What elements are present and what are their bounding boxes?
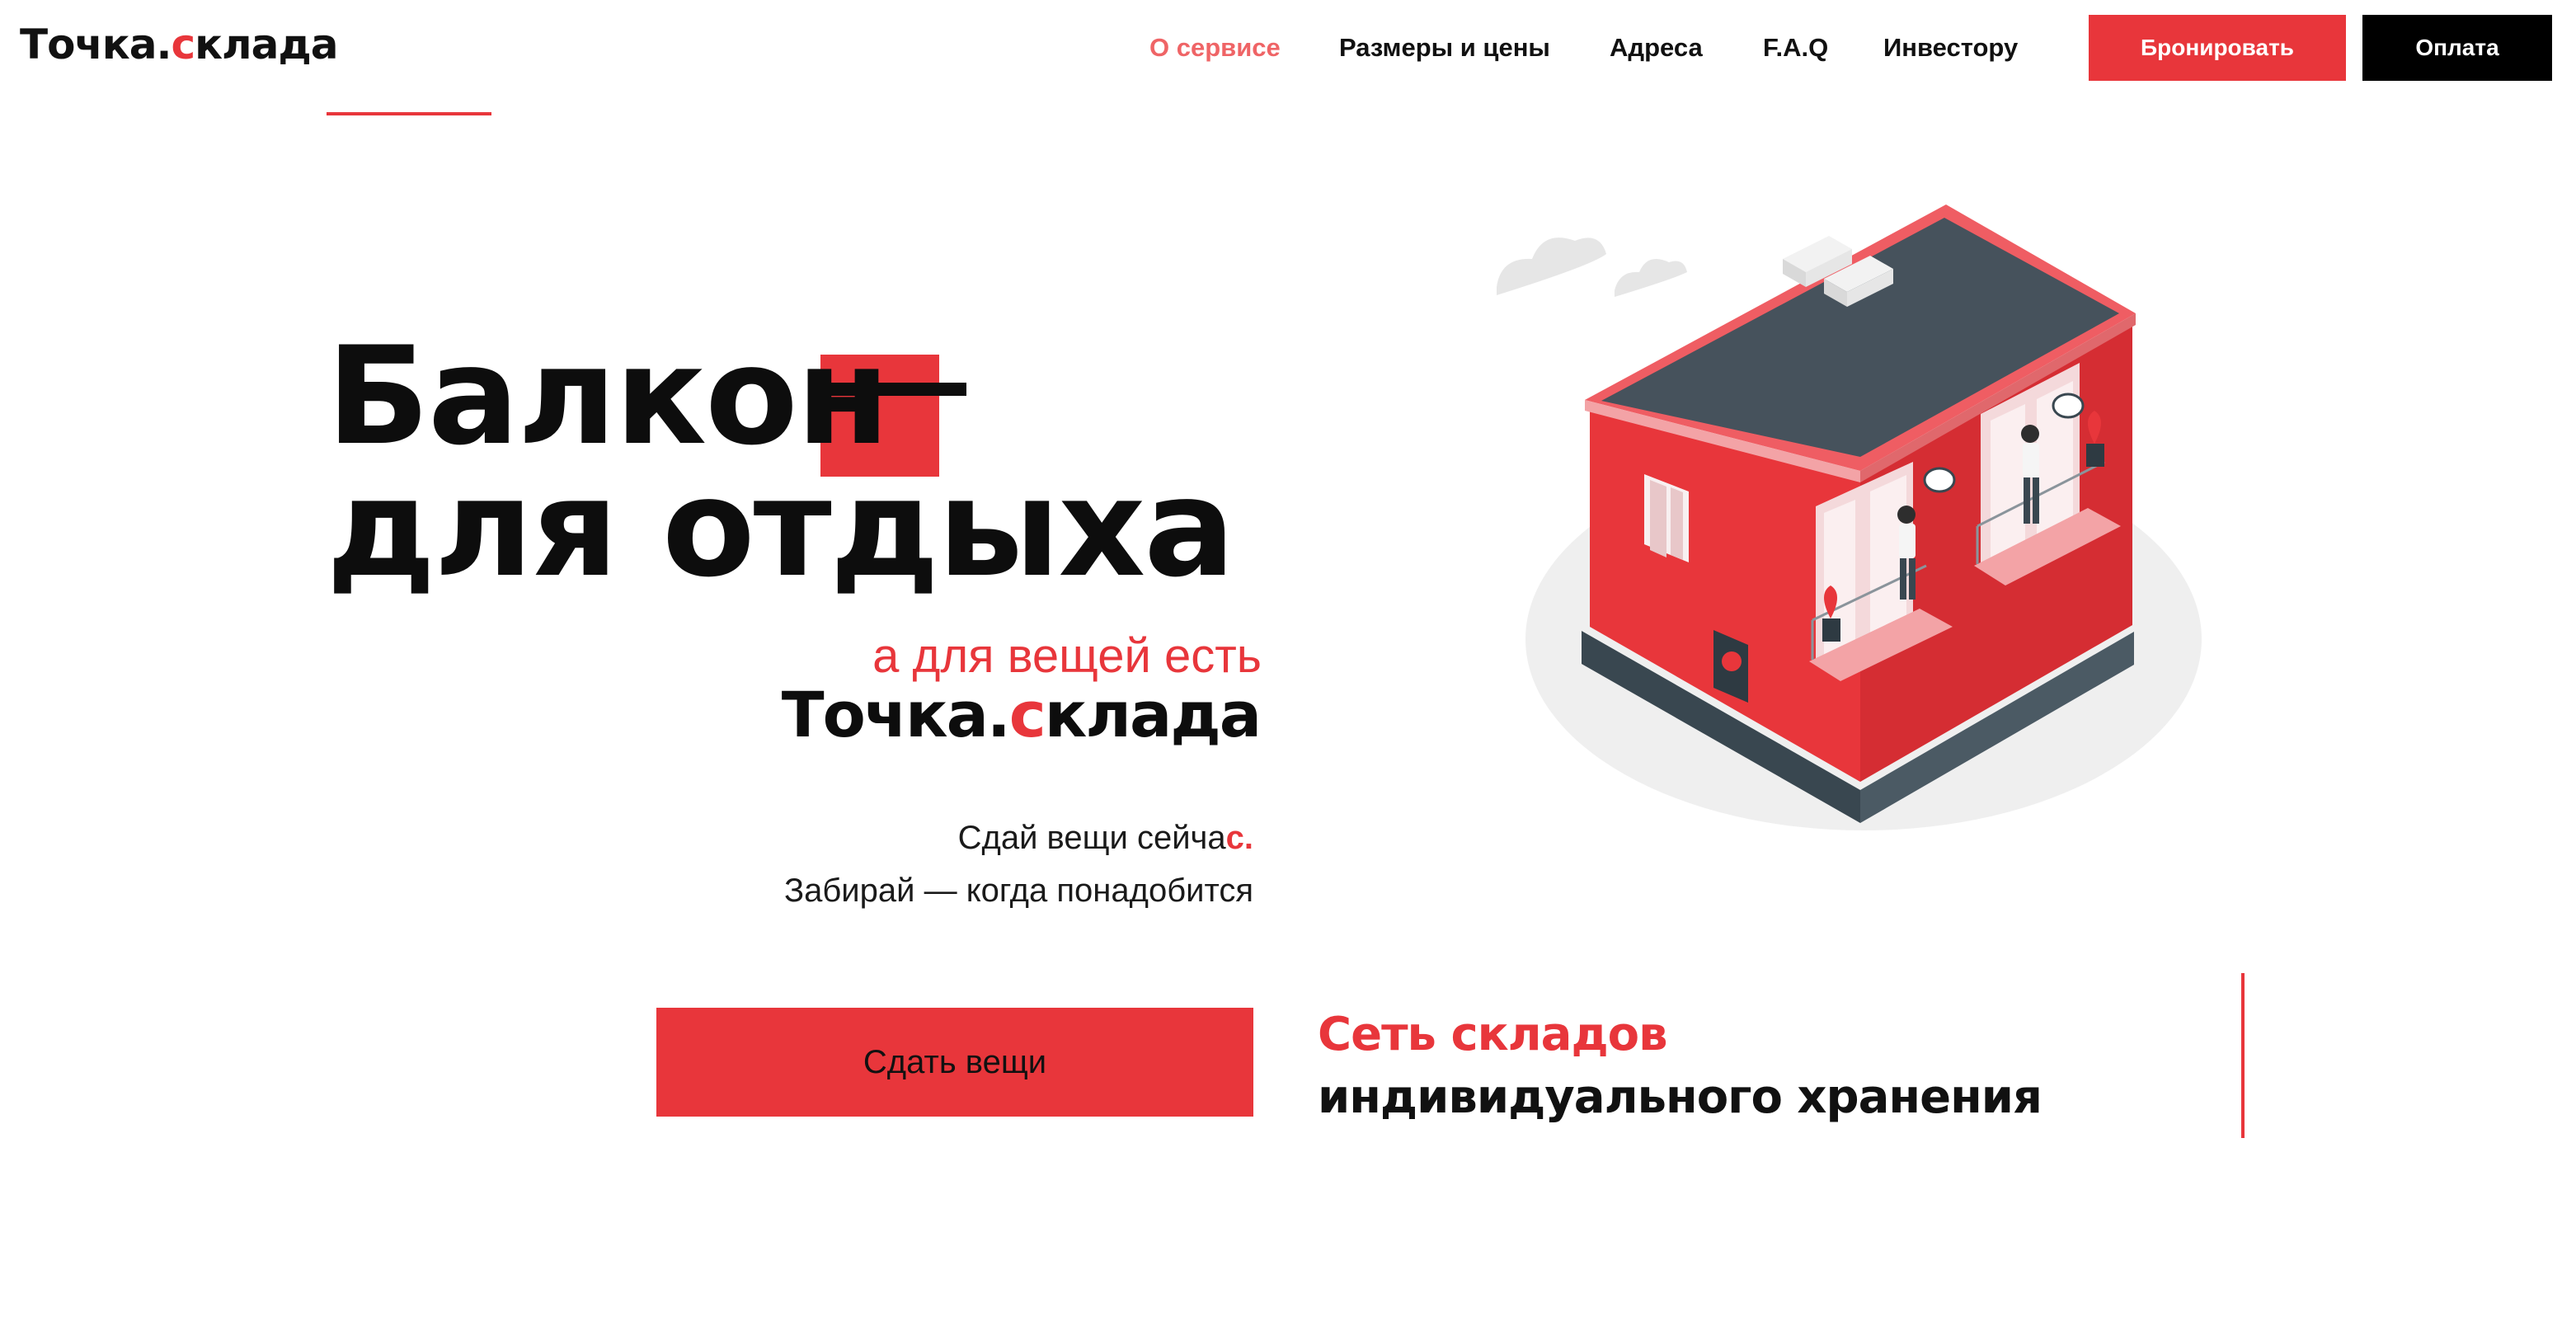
hero-brand-part1: Точка. xyxy=(781,678,1011,751)
nav-item-about[interactable]: О сервисе xyxy=(1149,18,1281,78)
network-title-line1: Сеть складов xyxy=(1318,1008,1668,1061)
hero-tagline: а для вещей есть xyxy=(872,629,1262,683)
hero-title-line2: для отдыха xyxy=(327,449,1235,607)
hero-brand-part2: клада xyxy=(1044,678,1262,751)
hero-subtext-line1: Сдай вещи сейчас. xyxy=(742,820,1253,857)
logo[interactable]: Точка. с клада xyxy=(20,18,339,71)
nav-item-investor[interactable]: Инвестору xyxy=(1883,18,2018,78)
vertical-divider xyxy=(2241,973,2245,1138)
hero-subtext-line1-accent: с. xyxy=(1225,820,1253,856)
hero-title-line1: Балкон xyxy=(327,317,890,475)
hero-title-dash xyxy=(808,383,966,396)
pay-button[interactable]: Оплата xyxy=(2362,15,2552,81)
store-items-button[interactable]: Сдать вещи xyxy=(656,1008,1253,1117)
active-section-underline xyxy=(327,112,491,115)
nav-item-addresses[interactable]: Адреса xyxy=(1610,18,1703,78)
isometric-building-illustration xyxy=(1468,190,2210,849)
hero-brand-name: Точка.склада xyxy=(742,678,1262,751)
book-button[interactable]: Бронировать xyxy=(2089,15,2346,81)
logo-text-part2: клада xyxy=(195,21,338,68)
logo-text-accent: с xyxy=(171,21,195,68)
nav-item-faq[interactable]: F.A.Q xyxy=(1763,18,1828,78)
nav-item-sizes-prices[interactable]: Размеры и цены xyxy=(1339,18,1550,78)
hero-brand-accent: с xyxy=(1008,678,1046,751)
logo-text-part1: Точка. xyxy=(20,21,172,68)
hero-subtext-line2: Забирай — когда понадобится xyxy=(783,872,1253,909)
hero-subtext-line1-text: Сдай вещи сейча xyxy=(957,820,1226,856)
network-title-line2: индивидуального хранения xyxy=(1318,1070,2042,1124)
